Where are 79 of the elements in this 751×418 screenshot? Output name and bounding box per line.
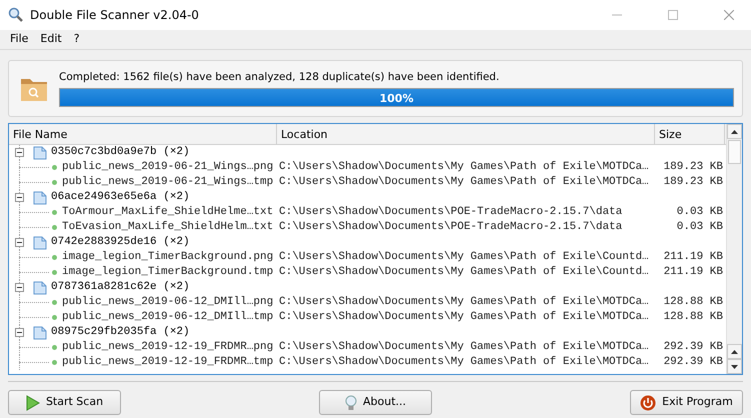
file-size: 211.19 KB — [662, 265, 724, 280]
status-dot — [52, 225, 57, 230]
status-dot — [52, 165, 57, 170]
down-arrow-icon — [731, 364, 738, 368]
file-location: C:\Users\Shadow\Documents\My Games\Path of Exile\Countd… — [278, 250, 650, 266]
expander-icon[interactable] — [15, 148, 24, 157]
expander-icon[interactable] — [15, 328, 24, 337]
expander-icon[interactable] — [15, 193, 24, 202]
status-dot — [52, 255, 57, 260]
window-title: Double File Scanner v2.04-0 — [30, 7, 199, 24]
menu-item[interactable]: File — [4, 31, 34, 48]
status-dot — [52, 210, 57, 215]
column-header[interactable]: Size — [655, 124, 725, 144]
up-arrow-icon — [731, 130, 738, 134]
group-hash[interactable]: 08975c29fb2035fa (×2) — [51, 324, 190, 341]
file-name[interactable]: public_news_2019-06-12_DMIll…png — [62, 294, 274, 311]
file-name[interactable]: ToEvasion_MaxLife_ShieldHelm…txt — [62, 219, 274, 236]
file-name[interactable]: image_legion_TimerBackground.png — [62, 249, 274, 266]
exit-button[interactable]: Exit Program — [630, 390, 743, 415]
expander-icon[interactable] — [15, 238, 24, 247]
scroll-down-button[interactable] — [727, 359, 742, 374]
up-arrow-icon — [731, 350, 738, 354]
file-location: C:\Users\Shadow\Documents\My Games\Path of Exile\MOTDCa… — [278, 160, 650, 176]
document-icon — [33, 326, 47, 340]
play-icon — [26, 394, 40, 410]
status-dot — [52, 315, 57, 320]
status-dot — [52, 300, 57, 305]
scroll-up-button[interactable] — [727, 124, 742, 139]
file-location: C:\Users\Shadow\Documents\My Games\Path of Exile\Countd… — [278, 265, 650, 280]
file-size: 128.88 KB — [662, 310, 724, 326]
file-size: 128.88 KB — [662, 295, 724, 310]
file-location: C:\Users\Shadow\Documents\POE-TradeMacro-2.15.7\data — [278, 205, 624, 220]
file-name[interactable]: public_news_2019-06-21_Wings…png — [62, 159, 274, 176]
file-name[interactable]: public_news_2019-06-12_DMIll…tmp — [62, 309, 274, 326]
file-name[interactable]: public_news_2019-12-19_FRDMR…tmp — [62, 354, 274, 371]
group-hash[interactable]: 0787361a8281c62e (×2) — [51, 279, 190, 296]
file-name[interactable]: public_news_2019-06-21_Wings…tmp — [62, 174, 274, 191]
file-size: 211.19 KB — [662, 250, 724, 266]
menu-item[interactable]: Edit — [34, 31, 68, 48]
file-location: C:\Users\Shadow\Documents\My Games\Path of Exile\MOTDCa… — [278, 310, 650, 326]
status-dot — [52, 180, 57, 185]
group-hash[interactable]: 06ace24963e65e6a (×2) — [51, 189, 190, 206]
document-icon — [33, 190, 47, 204]
column-header[interactable]: Location — [277, 124, 655, 144]
file-size: 292.39 KB — [662, 340, 724, 356]
column-header[interactable]: File Name — [9, 124, 277, 144]
file-location: C:\Users\Shadow\Documents\My Games\Path of Exile\MOTDCa… — [278, 295, 650, 310]
group-hash[interactable]: 0742e2883925de16 (×2) — [51, 234, 190, 251]
about-button[interactable]: About... — [319, 390, 432, 415]
file-name[interactable]: ToArmour_MaxLife_ShieldHelme…txt — [62, 204, 274, 221]
status-message: Completed: 1562 file(s) have been analyzed, 128 duplicate(s) have been identified. — [59, 70, 500, 85]
document-icon — [33, 236, 47, 250]
group-hash[interactable]: 0350c7c3bd0a9e7b (×2) — [51, 144, 190, 161]
file-size: 189.23 KB — [662, 175, 724, 190]
menu-item[interactable]: ? — [68, 31, 86, 48]
file-size: 189.23 KB — [662, 160, 724, 176]
status-dot — [52, 360, 57, 365]
start-scan-button[interactable]: Start Scan — [8, 390, 121, 415]
progress-reading: 100% — [378, 91, 414, 108]
power-icon — [640, 394, 656, 410]
scroll-up-button[interactable] — [727, 344, 742, 359]
status-dot — [52, 270, 57, 275]
status-dot — [52, 345, 57, 350]
document-icon — [33, 280, 47, 294]
file-location: C:\Users\Shadow\Documents\My Games\Path of Exile\MOTDCa… — [278, 175, 650, 190]
scroll-thumb[interactable] — [728, 140, 741, 164]
document-icon — [33, 146, 47, 160]
file-location: C:\Users\Shadow\Documents\My Games\Path of Exile\MOTDCa… — [278, 340, 650, 356]
file-name[interactable]: public_news_2019-12-19_FRDMR…png — [62, 339, 274, 356]
file-size: 0.03 KB — [676, 205, 724, 220]
magnifier-icon — [8, 7, 24, 23]
file-name[interactable]: image_legion_TimerBackground.tmp — [62, 264, 274, 281]
file-size: 292.39 KB — [662, 355, 724, 370]
close-icon[interactable] — [724, 10, 734, 20]
file-location: C:\Users\Shadow\Documents\My Games\Path of Exile\MOTDCa… — [278, 355, 650, 370]
lightbulb-icon — [344, 394, 357, 410]
expander-icon[interactable] — [15, 283, 24, 292]
file-size: 0.03 KB — [676, 220, 724, 236]
file-location: C:\Users\Shadow\Documents\POE-TradeMacro-2.15.7\data — [278, 220, 624, 236]
